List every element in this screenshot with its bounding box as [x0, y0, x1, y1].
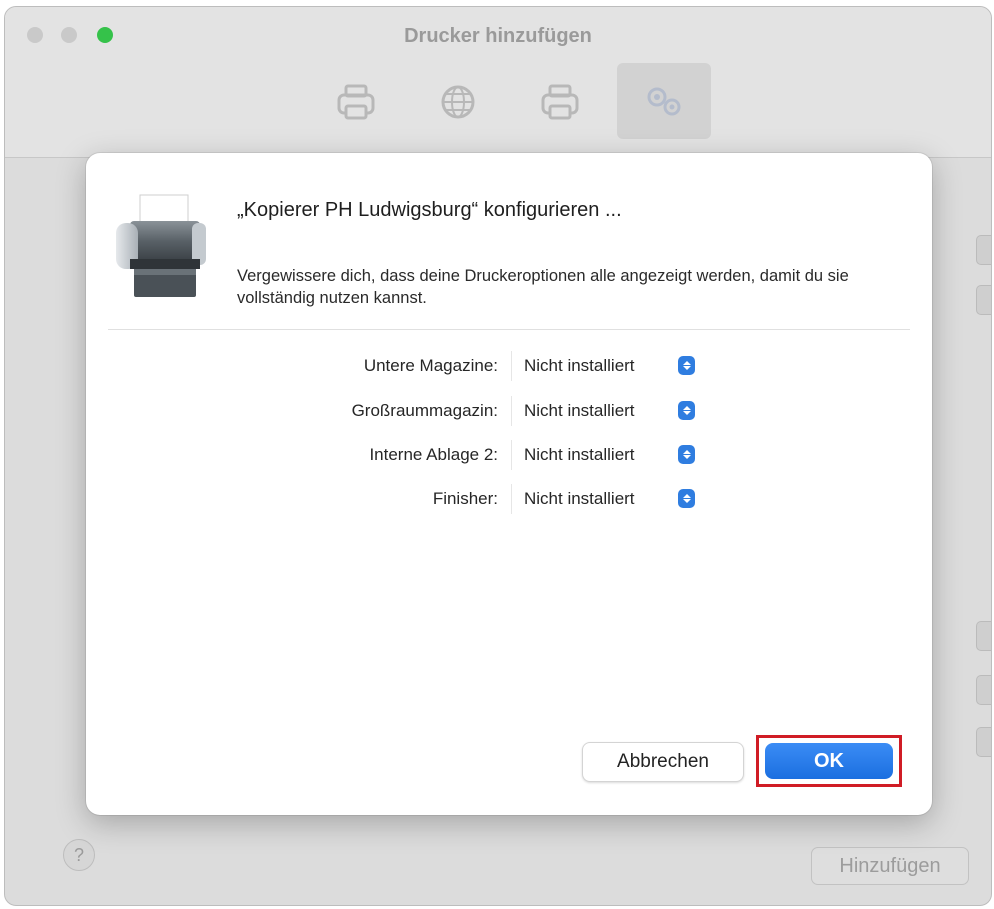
- option-value: Nicht installiert: [524, 356, 635, 375]
- side-control: [976, 727, 991, 757]
- option-value: Nicht installiert: [524, 489, 635, 508]
- chevron-updown-icon: [678, 489, 695, 508]
- chevron-updown-icon: [678, 401, 695, 420]
- option-value: Nicht installiert: [524, 445, 635, 464]
- printer-icon: [116, 194, 206, 297]
- windows-printers-tab[interactable]: [535, 77, 585, 127]
- help-button[interactable]: ?: [63, 839, 95, 871]
- option-label: Interne Ablage 2:: [369, 445, 498, 464]
- ip-printers-tab[interactable]: [433, 77, 483, 127]
- side-control: [976, 285, 991, 315]
- window-title: Drucker hinzufügen: [404, 25, 592, 47]
- chevron-updown-icon: [678, 356, 695, 375]
- globe-icon: [441, 85, 475, 119]
- option-popup[interactable]: Nicht installiert: [511, 484, 699, 514]
- option-row: Interne Ablage 2: Nicht installiert: [86, 440, 932, 470]
- option-popup[interactable]: Nicht installiert: [511, 396, 699, 426]
- option-value: Nicht installiert: [524, 401, 635, 420]
- printer-icon: [337, 84, 375, 120]
- divider: [108, 329, 910, 330]
- side-control: [976, 235, 991, 265]
- side-control: [976, 675, 991, 705]
- ok-button[interactable]: OK: [765, 743, 893, 779]
- dialog-description: Vergewissere dich, dass deine Druckeropt…: [237, 267, 849, 307]
- add-button[interactable]: Hinzufügen: [811, 847, 969, 885]
- option-popup[interactable]: Nicht installiert: [511, 440, 699, 470]
- cancel-button[interactable]: Abbrechen: [582, 742, 744, 782]
- option-row: Untere Magazine: Nicht installiert: [86, 351, 932, 381]
- printer-icon: [541, 84, 579, 120]
- side-control: [976, 621, 991, 651]
- advanced-tab[interactable]: [617, 63, 711, 139]
- dialog-heading: „Kopierer PH Ludwigsburg“ konfigurieren …: [237, 199, 622, 221]
- option-label: Untere Magazine:: [363, 356, 498, 375]
- option-row: Großraummagazin: Nicht installiert: [86, 396, 932, 426]
- option-row: Finisher: Nicht installiert: [86, 484, 932, 514]
- option-label: Finisher:: [432, 489, 498, 508]
- option-popup[interactable]: Nicht installiert: [511, 351, 699, 381]
- gear-icon: [647, 87, 681, 116]
- configure-printer-sheet: „Kopierer PH Ludwigsburg“ konfigurieren …: [86, 153, 932, 815]
- default-printers-tab[interactable]: [331, 77, 381, 127]
- option-label: Großraummagazin:: [351, 401, 498, 420]
- window-toolbar: Drucker hinzufügen: [5, 7, 991, 158]
- chevron-updown-icon: [678, 445, 695, 464]
